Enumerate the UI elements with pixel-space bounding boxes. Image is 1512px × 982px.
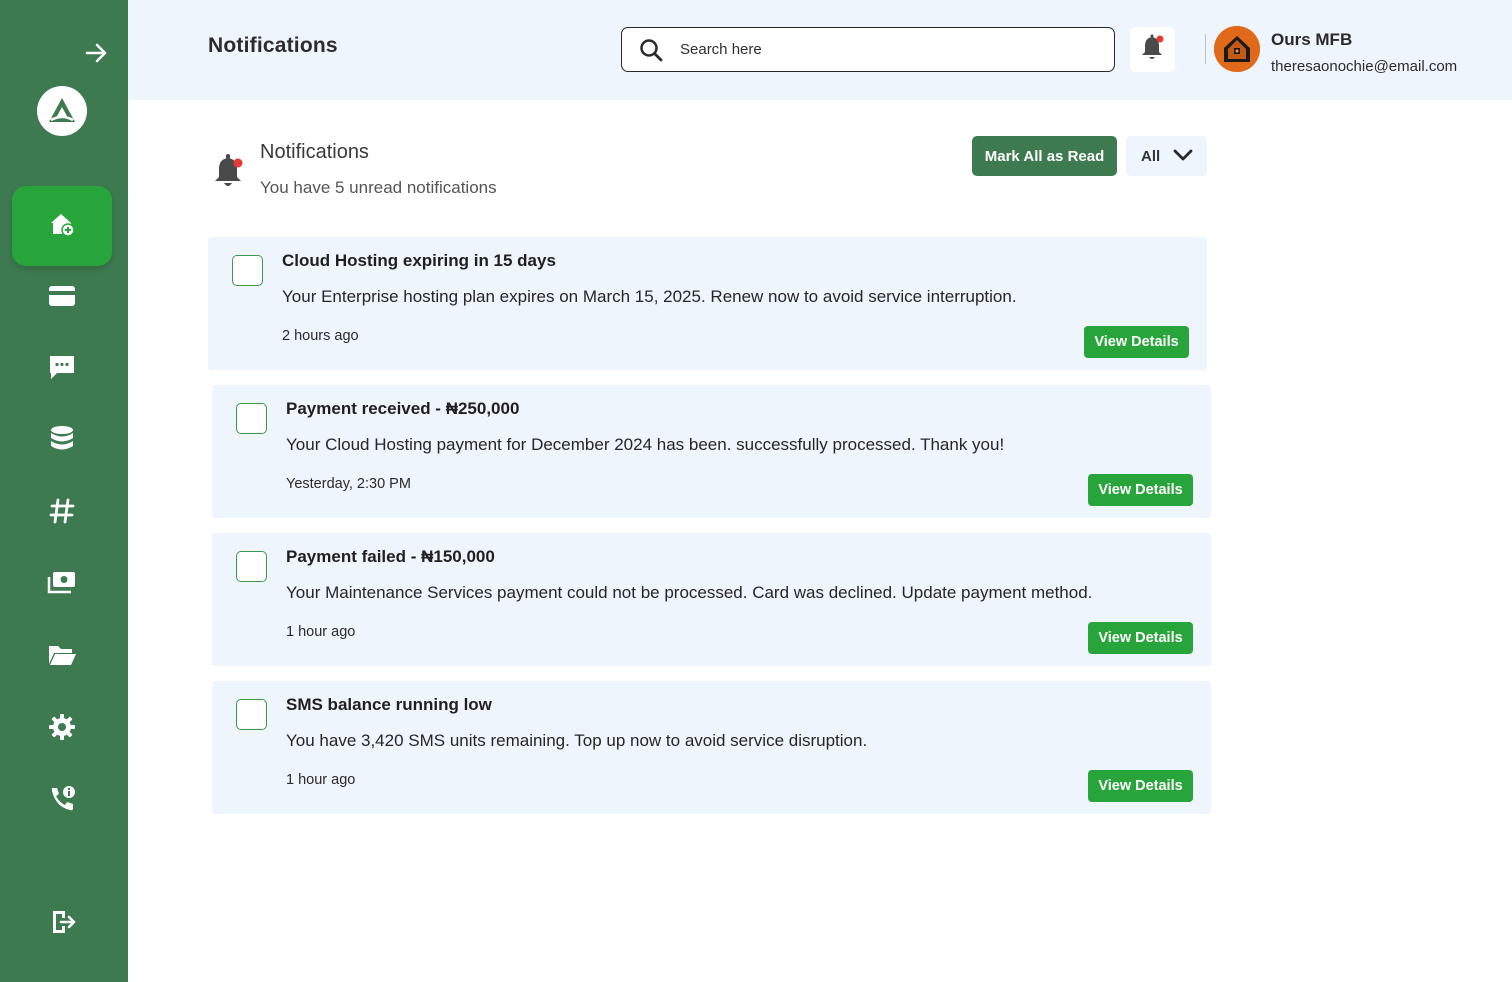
sidebar bbox=[0, 0, 128, 982]
credit-card-icon bbox=[48, 284, 76, 313]
arrow-right-icon[interactable] bbox=[82, 38, 112, 68]
notification-body: You have 3,420 SMS units remaining. Top … bbox=[286, 731, 868, 750]
notification-body: Your Enterprise hosting plan expires on … bbox=[282, 287, 1017, 306]
sidebar-item-payments[interactable] bbox=[12, 553, 112, 617]
sidebar-item-home[interactable] bbox=[12, 186, 112, 266]
page-title: Notifications bbox=[208, 34, 338, 57]
database-icon bbox=[49, 425, 75, 458]
section-title: Notifications bbox=[260, 141, 369, 163]
view-details-button[interactable]: View Details bbox=[1088, 622, 1193, 654]
gear-icon bbox=[48, 713, 76, 746]
notification-checkbox[interactable] bbox=[232, 255, 263, 286]
notification-checkbox[interactable] bbox=[236, 551, 267, 582]
notification-time: Yesterday, 2:30 PM bbox=[286, 476, 411, 492]
chat-icon bbox=[48, 353, 76, 386]
top-bar: Notifications Ours MFB theresaonochie@em… bbox=[128, 0, 1512, 100]
brand-logo-icon[interactable] bbox=[37, 86, 87, 136]
search-icon bbox=[638, 37, 664, 63]
search-input[interactable] bbox=[680, 41, 1080, 58]
notifications-button[interactable] bbox=[1130, 27, 1175, 72]
filter-dropdown[interactable]: All bbox=[1126, 136, 1207, 176]
notification-checkbox[interactable] bbox=[236, 699, 267, 730]
notification-body: Your Cloud Hosting payment for December … bbox=[286, 435, 1005, 454]
sidebar-item-hashtag[interactable] bbox=[12, 481, 112, 545]
filter-value: All bbox=[1141, 147, 1161, 165]
user-name: Ours MFB bbox=[1271, 30, 1353, 49]
notification-title: Payment failed - ₦150,000 bbox=[286, 547, 495, 566]
notification-time: 2 hours ago bbox=[282, 328, 359, 344]
mark-all-read-button[interactable]: Mark All as Read bbox=[972, 136, 1117, 176]
notification-body: Your Maintenance Services payment could … bbox=[286, 583, 1093, 602]
notification-title: Cloud Hosting expiring in 15 days bbox=[282, 251, 556, 270]
sidebar-item-billing[interactable] bbox=[12, 266, 112, 330]
search-box[interactable] bbox=[621, 27, 1115, 72]
money-icon bbox=[47, 570, 77, 601]
phone-info-icon bbox=[48, 785, 76, 818]
notification-time: 1 hour ago bbox=[286, 772, 356, 788]
avatar[interactable] bbox=[1214, 26, 1260, 72]
logout-icon[interactable] bbox=[46, 904, 82, 940]
notification-checkbox[interactable] bbox=[236, 403, 267, 434]
notification-card: Cloud Hosting expiring in 15 days Your E… bbox=[208, 237, 1207, 370]
sidebar-item-files[interactable] bbox=[12, 625, 112, 689]
notification-card: Payment failed - ₦150,000 Your Maintenan… bbox=[212, 533, 1211, 666]
notification-time: 1 hour ago bbox=[286, 624, 356, 640]
notification-card: SMS balance running low You have 3,420 S… bbox=[212, 681, 1211, 814]
notification-title: Payment received - ₦250,000 bbox=[286, 399, 520, 418]
chevron-down-icon bbox=[1173, 148, 1193, 166]
view-details-button[interactable]: View Details bbox=[1088, 770, 1193, 802]
sidebar-item-settings[interactable] bbox=[12, 697, 112, 761]
home-plus-icon bbox=[48, 210, 76, 243]
hashtag-icon bbox=[49, 498, 75, 529]
sidebar-item-database[interactable] bbox=[12, 409, 112, 473]
view-details-button[interactable]: View Details bbox=[1084, 326, 1189, 358]
view-details-button[interactable]: View Details bbox=[1088, 474, 1193, 506]
notification-title: SMS balance running low bbox=[286, 695, 492, 714]
user-email: theresaonochie@email.com bbox=[1271, 58, 1458, 75]
sidebar-item-messages[interactable] bbox=[12, 337, 112, 401]
folder-open-icon bbox=[47, 642, 77, 673]
unread-count-text: You have 5 unread notifications bbox=[260, 178, 497, 197]
bell-icon bbox=[212, 152, 246, 190]
notification-card: Payment received - ₦250,000 Your Cloud H… bbox=[212, 385, 1211, 518]
header-divider bbox=[1205, 34, 1206, 64]
bell-icon bbox=[1140, 33, 1166, 66]
sidebar-item-support[interactable] bbox=[12, 769, 112, 833]
